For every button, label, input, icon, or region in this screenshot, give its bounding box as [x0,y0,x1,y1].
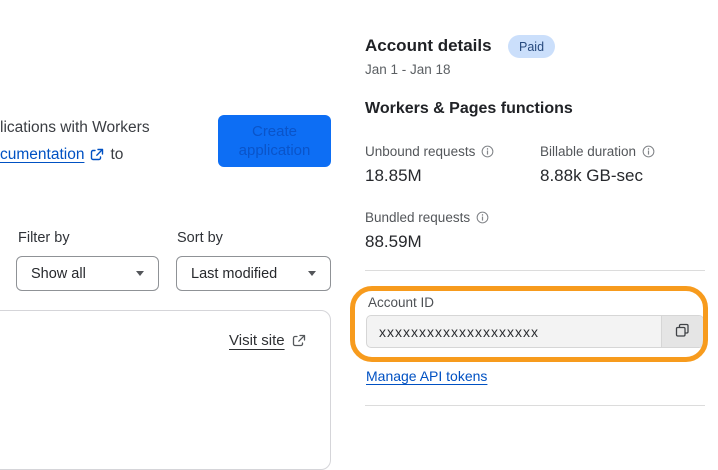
intro-text: lications with Workers cumentation to [0,114,215,168]
workers-pages-functions-heading: Workers & Pages functions [365,100,573,117]
intro-line1: lications with Workers [0,119,150,136]
metric-label-text: Unbound requests [365,144,476,159]
info-icon[interactable] [481,145,494,158]
documentation-link[interactable]: cumentation [0,141,84,168]
sort-dropdown[interactable]: Last modified [176,256,331,291]
filter-dropdown-value: Show all [31,265,86,282]
create-application-button[interactable]: Create application [218,115,331,167]
account-id-label: Account ID [368,295,435,310]
filter-dropdown[interactable]: Show all [16,256,159,291]
account-id-input[interactable] [367,316,661,347]
manage-api-tokens-link[interactable]: Manage API tokens [366,368,487,384]
copy-icon [675,323,690,341]
sort-by-label: Sort by [177,230,223,246]
metric-label-bundled-requests: Bundled requests [365,210,489,225]
metric-value-unbound-requests: 18.85M [365,166,422,185]
intro-tail: to [110,146,124,163]
date-range: Jan 1 - Jan 18 [365,62,451,77]
sort-dropdown-value: Last modified [191,265,278,282]
chevron-down-icon [136,271,144,276]
divider [365,270,705,271]
metric-label-billable-duration: Billable duration [540,144,655,159]
paid-plan-badge: Paid [508,35,556,58]
visit-site-link[interactable]: Visit site [229,332,306,349]
metric-label-text: Billable duration [540,144,637,159]
account-details-title: Account details [365,36,492,55]
external-link-icon [90,148,104,162]
metric-value-bundled-requests: 88.59M [365,232,422,251]
external-link-icon [292,334,306,348]
visit-site-label: Visit site [229,332,285,349]
divider [365,405,705,406]
filter-by-label: Filter by [18,230,70,246]
chevron-down-icon [308,271,316,276]
info-icon[interactable] [476,211,489,224]
metric-value-billable-duration: 8.88k GB-sec [540,166,643,185]
metric-label-unbound-requests: Unbound requests [365,144,494,159]
metric-label-text: Bundled requests [365,210,471,225]
info-icon[interactable] [642,145,655,158]
account-id-field-group [366,315,704,348]
copy-account-id-button[interactable] [661,316,703,347]
